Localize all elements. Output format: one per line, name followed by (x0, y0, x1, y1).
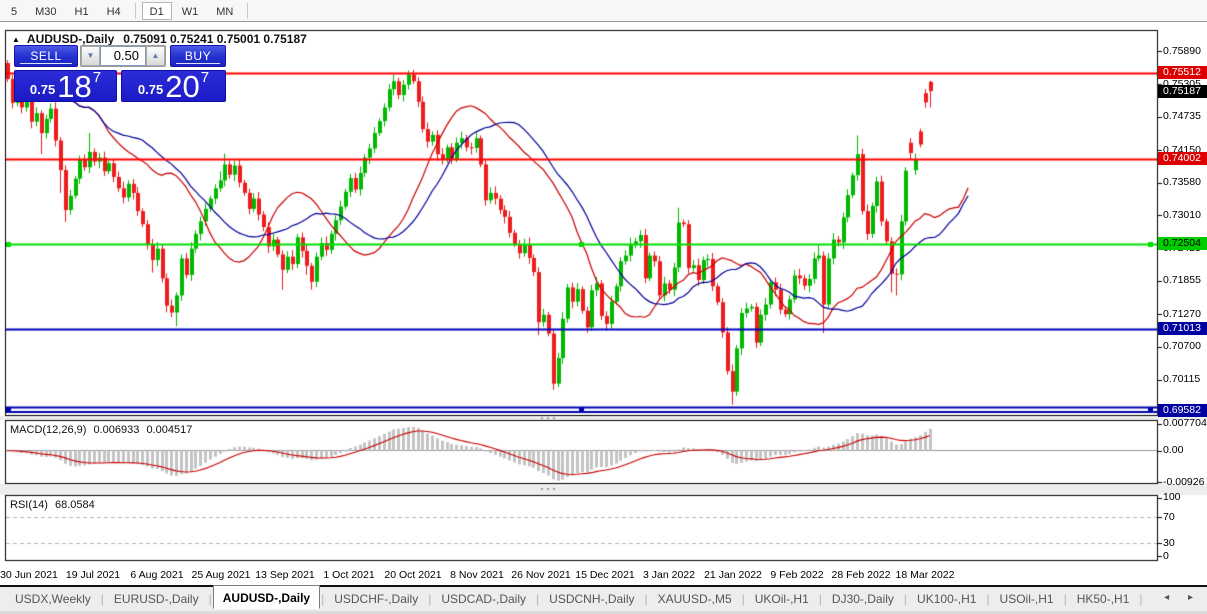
date-label-3-jan-2022: 3 Jan 2022 (643, 569, 695, 581)
date-label-18-mar-2022: 18 Mar 2022 (895, 569, 955, 581)
timeframe-w1-button[interactable]: W1 (174, 2, 207, 20)
tab-ukoil-h1[interactable]: UKOil-,H1 (746, 589, 818, 609)
price-tick-071270: 0.71270 (1163, 307, 1201, 320)
date-label-1-oct-2021: 1 Oct 2021 (323, 569, 375, 581)
macd-signal-value: 0.004517 (146, 424, 193, 436)
tab-separator: | (903, 592, 908, 606)
rsi-value: 68.0584 (54, 499, 95, 511)
tab-uk100-h1[interactable]: UK100-,H1 (908, 589, 985, 609)
price-tick-074735: 0.74735 (1163, 110, 1201, 123)
tab-separator: | (1139, 592, 1143, 606)
rsi-tick-70: 70 (1163, 510, 1175, 523)
date-label-19-jul-2021: 19 Jul 2021 (65, 569, 121, 581)
mt4-window: 5 M30 H1 H4 D1 W1 MN ▲ AUDUSD-,Daily 0.75091 0… (0, 0, 1207, 614)
sell-price-pips: 18 (57, 68, 92, 104)
price-tick-073010: 0.73010 (1163, 208, 1201, 221)
price-tick-070700: 0.70700 (1163, 340, 1201, 353)
timeframe-toolbar: 5 M30 H1 H4 D1 W1 MN (0, 0, 1207, 22)
tab-scroll-arrows[interactable]: ◂ ▸ (1164, 592, 1201, 603)
date-label-25-aug-2021: 25 Aug 2021 (191, 569, 251, 581)
price-tick-070115: 0.70115 (1163, 373, 1201, 386)
tab-usdx-weekly[interactable]: USDX,Weekly (6, 589, 100, 609)
tab-usdchf-daily[interactable]: USDCHF-,Daily (325, 589, 427, 609)
date-label-26-nov-2021: 26 Nov 2021 (511, 569, 571, 581)
hline-price-label-069582: 0.69582 (1158, 403, 1207, 417)
timeframe-h4-button[interactable]: H4 (99, 2, 129, 20)
lot-size-group: ▼ 0.50 ▲ (80, 45, 166, 67)
hline-price-label-071013: 0.71013 (1158, 322, 1207, 336)
date-label-15-dec-2021: 15 Dec 2021 (575, 569, 635, 581)
macd-name: MACD(12,26,9) (10, 424, 87, 436)
tab-separator: | (208, 592, 212, 606)
current-price-label: 0.75187 (1158, 84, 1207, 98)
tab-eurusd-daily[interactable]: EURUSD-,Daily (105, 589, 208, 609)
rsi-indicator-label: RSI(14) 68.0584 (10, 499, 99, 511)
tab-usdcnh-daily[interactable]: USDCNH-,Daily (540, 589, 643, 609)
rsi-tick-0: 0 (1163, 549, 1169, 562)
macd-main-value: 0.006933 (93, 424, 140, 436)
buy-price-pips: 20 (165, 68, 200, 104)
tab-usdcad-daily[interactable]: USDCAD-,Daily (432, 589, 535, 609)
timeframe-5-button[interactable]: 5 (3, 2, 25, 20)
tab-separator: | (321, 592, 325, 606)
toolbar-separator (134, 2, 136, 19)
hline-price-label-072504: 0.72504 (1158, 237, 1207, 251)
date-label-6-aug-2021: 6 Aug 2021 (130, 569, 184, 581)
tab-separator: | (986, 592, 990, 606)
tab-audusd-daily[interactable]: AUDUSD-,Daily (212, 585, 321, 609)
macd-tick-0-00: 0.00 (1163, 444, 1184, 456)
tab-separator: | (536, 592, 540, 606)
one-click-collapse-icon[interactable]: ▲ (12, 35, 20, 44)
chart-symbol-label: AUDUSD-,Daily (26, 32, 115, 46)
macd-indicator-label: MACD(12,26,9) 0.006933 0.004517 (10, 424, 196, 436)
sell-price-box[interactable]: 0.75 18 7 (14, 68, 117, 104)
price-tick-075890: 0.75890 (1163, 44, 1201, 57)
timeframe-h1-button[interactable]: H1 (67, 2, 97, 20)
macd-tick-0-00926: -0.00926 (1163, 475, 1205, 488)
rsi-name: RSI(14) (10, 499, 48, 511)
buy-price-point: 7 (200, 69, 210, 86)
tab-separator: | (644, 592, 648, 606)
tab-dj30-daily[interactable]: DJ30-,Daily (823, 589, 903, 609)
tab-separator: | (428, 592, 432, 606)
timeframe-d1-button[interactable]: D1 (141, 1, 172, 20)
hline-price-label-074002: 0.74002 (1158, 152, 1207, 166)
tab-separator: | (100, 592, 104, 606)
date-label-21-jan-2022: 21 Jan 2022 (704, 569, 762, 581)
buy-price-box[interactable]: 0.75 20 7 (121, 68, 226, 104)
toolbar-separator (247, 2, 249, 19)
buy-button[interactable]: BUY (170, 45, 226, 67)
sell-price-point: 7 (92, 69, 102, 86)
tab-hk50-h1[interactable]: HK50-,H1 (1068, 589, 1139, 609)
price-tick-073580: 0.73580 (1163, 176, 1201, 189)
rsi-tick-100: 100 (1163, 491, 1181, 503)
hline-price-label-075512: 0.75512 (1158, 66, 1207, 80)
date-label-30-jun-2021: 30 Jun 2021 (0, 569, 58, 581)
tab-xauusd-m5[interactable]: XAUUSD-,M5 (649, 589, 741, 609)
lot-increase-button[interactable]: ▲ (146, 46, 165, 66)
tab-usoil-h1[interactable]: USOil-,H1 (991, 589, 1063, 609)
sell-button[interactable]: SELL (14, 45, 78, 67)
rsi-tick-30: 30 (1163, 536, 1175, 549)
lot-size-input[interactable]: 0.50 (100, 46, 146, 66)
price-tick-071855: 0.71855 (1163, 274, 1201, 287)
lot-decrease-button[interactable]: ▼ (81, 46, 100, 66)
tab-separator: | (741, 592, 745, 606)
date-label-9-feb-2022: 9 Feb 2022 (770, 569, 824, 581)
tab-separator: | (1063, 592, 1067, 606)
chart-tab-bar: USDX,Weekly | EURUSD-,Daily | AUDUSD-,Daily |… (0, 585, 1207, 611)
chart-title: ▲ AUDUSD-,Daily 0.75091 0.75241 0.75001 … (12, 32, 307, 46)
date-label-8-nov-2021: 8 Nov 2021 (450, 569, 504, 581)
one-click-trading-panel: SELL ▼ 0.50 ▲ BUY 0.75 18 7 0.75 20 7 (14, 45, 226, 102)
timeframe-m30-button[interactable]: M30 (27, 2, 64, 20)
date-label-13-sep-2021: 13 Sep 2021 (255, 569, 315, 581)
tab-separator: | (818, 592, 822, 606)
chart-ohlc-values: 0.75091 0.75241 0.75001 0.75187 (123, 32, 307, 46)
sell-price-prefix: 0.75 (29, 82, 56, 97)
timeframe-mn-button[interactable]: MN (208, 2, 241, 20)
macd-tick-0-007704: 0.007704 (1163, 417, 1207, 430)
date-label-20-oct-2021: 20 Oct 2021 (384, 569, 442, 581)
date-label-28-feb-2022: 28 Feb 2022 (831, 569, 891, 581)
buy-price-prefix: 0.75 (137, 82, 164, 97)
